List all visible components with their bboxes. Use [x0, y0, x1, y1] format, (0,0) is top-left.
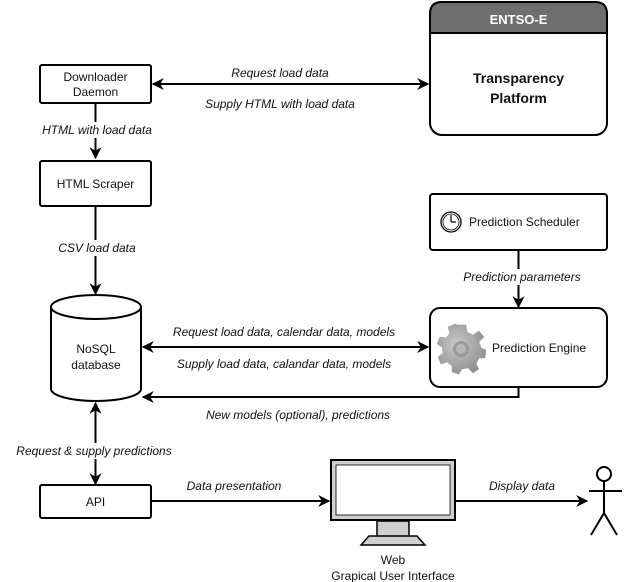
stick-figure-icon: [589, 466, 622, 536]
edge-label-data-presentation: Data presentation: [187, 479, 282, 493]
prediction-engine-node[interactable]: Prediction Engine: [429, 307, 608, 388]
api-label: API: [86, 495, 105, 509]
architecture-diagram: Downloader Daemon ENTSO-E Transparency P…: [0, 1, 622, 582]
prediction-scheduler-node[interactable]: Prediction Scheduler: [429, 193, 608, 251]
api-node[interactable]: API: [39, 484, 152, 519]
engine-label: Prediction Engine: [492, 341, 586, 355]
nosql-database-node[interactable]: NoSQL database: [50, 294, 142, 402]
edge-engine-database: [141, 388, 520, 403]
scheduler-label: Prediction Scheduler: [469, 215, 580, 229]
edge-label-prediction-params: Prediction parameters: [463, 270, 580, 284]
web-gui-node[interactable]: Web Grapical User Interface: [330, 459, 456, 582]
database-label-2: database: [71, 358, 121, 372]
gui-label-1: Web: [381, 553, 406, 567]
entsoe-node[interactable]: ENTSO-E Transparency Platform: [429, 1, 608, 136]
scraper-label: HTML Scraper: [57, 177, 135, 191]
downloader-daemon-node[interactable]: Downloader Daemon: [39, 64, 152, 104]
edge-label-html-with-load: HTML with load data: [42, 123, 152, 137]
entsoe-label-1: Transparency: [473, 70, 564, 86]
html-scraper-node[interactable]: HTML Scraper: [39, 160, 152, 207]
clock-icon: [440, 211, 462, 233]
downloader-label-2: Daemon: [73, 85, 118, 99]
downloader-label-1: Downloader: [63, 70, 127, 84]
edge-label-new-models: New models (optional), predictions: [206, 408, 390, 422]
edge-label-display-data: Display data: [489, 479, 555, 493]
entsoe-label-2: Platform: [490, 90, 547, 106]
edge-label-request-supply-predictions: Request & supply predictions: [16, 444, 171, 458]
edge-label-supply-calendar: Supply load data, calandar data, models: [177, 357, 391, 371]
edge-label-csv-load: CSV load data: [58, 241, 136, 255]
monitor-icon: [330, 459, 456, 546]
edge-label-request-calendar: Request load data, calendar data, models: [173, 325, 395, 339]
gui-label-2: Grapical User Interface: [331, 569, 455, 582]
edge-label-supply-html: Supply HTML with load data: [205, 97, 355, 111]
database-label-1: NoSQL: [76, 342, 116, 356]
entsoe-header: ENTSO-E: [490, 12, 548, 27]
edge-label-request-load: Request load data: [231, 66, 329, 80]
